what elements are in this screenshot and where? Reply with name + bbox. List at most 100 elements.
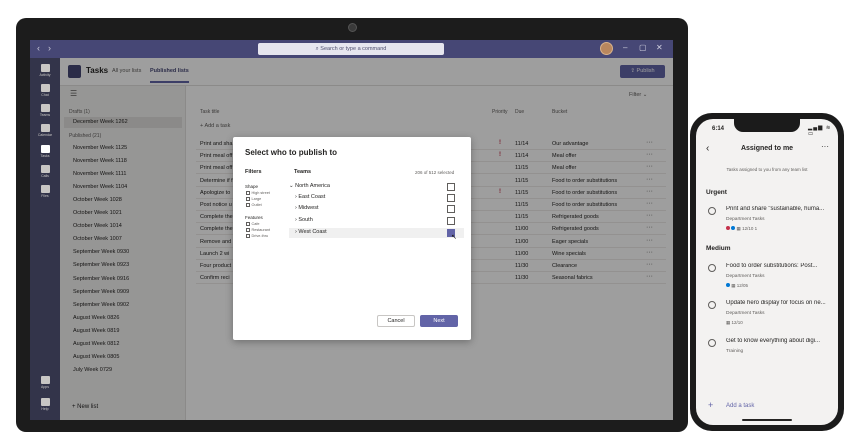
stage: ‹ › ⌕ Search or type a command – ▢ ✕ Act… [0, 0, 851, 443]
rail-tasks[interactable]: Tasks [30, 145, 60, 158]
teams-icon [40, 104, 50, 112]
team-west-coast[interactable]: › West Coast [295, 229, 327, 235]
chat-icon [40, 84, 50, 92]
checkbox-icon [246, 203, 250, 207]
rail-apps[interactable]: Apps [30, 376, 60, 389]
avatar[interactable] [600, 42, 613, 55]
rail-teams[interactable]: Teams [30, 104, 60, 117]
checkbox-icon [246, 228, 250, 232]
features-header: Features [245, 215, 263, 220]
filter-option-label: Large [251, 197, 262, 201]
status-icons: ▂▄▆ ≋ ▭ [808, 125, 832, 137]
title-bar: ‹ › ⌕ Search or type a command – ▢ ✕ [30, 40, 673, 58]
mouse-cursor-icon: ↖ [451, 234, 457, 241]
filter-option-label: Cafe [251, 222, 260, 226]
filter-checkbox[interactable]: Outlet [246, 203, 262, 207]
checkbox-icon [246, 197, 250, 201]
rail-calendar[interactable]: Calendar [30, 124, 60, 137]
close-icon[interactable]: ✕ [656, 43, 663, 53]
rail-calls[interactable]: Calls [30, 165, 60, 178]
task-meta-text: 12/10 1 [742, 226, 758, 231]
team-checkbox[interactable] [447, 217, 455, 225]
publish-dialog: Select who to publish to Filters Shape H… [233, 137, 471, 340]
phone-frame: 6:14 ▂▄▆ ≋ ▭ ‹ Assigned to me ··· Tasks … [690, 113, 844, 431]
filter-option-label: High street [251, 191, 270, 195]
dialog-title: Select who to publish to [245, 148, 337, 157]
task-title: Get to know everything about digi... [726, 338, 821, 344]
file-icon [40, 185, 50, 193]
apps-icon [40, 376, 50, 384]
page-title: Assigned to me [740, 145, 794, 152]
task-bucket: Department Tasks [726, 274, 765, 279]
team-south[interactable]: › South [295, 217, 313, 223]
task-meta-text: 12/05 [736, 283, 749, 288]
plus-icon[interactable]: + [708, 400, 713, 410]
filter-option-label: Outlet [251, 203, 262, 207]
more-icon[interactable]: ··· [821, 142, 829, 151]
search-placeholder: Search or type a command [320, 46, 387, 52]
complete-circle-icon[interactable] [708, 339, 716, 347]
forward-arrow-icon[interactable]: › [48, 44, 51, 53]
home-indicator [742, 419, 792, 421]
selected-count: 206 of 512 selected [415, 170, 455, 175]
rail-chat[interactable]: Chat [30, 84, 60, 97]
app-rail: Activity Chat Teams Calendar Tasks Calls… [30, 58, 60, 420]
team-midwest[interactable]: › Midwest [295, 205, 319, 211]
teams-window: ‹ › ⌕ Search or type a command – ▢ ✕ Act… [30, 40, 673, 420]
next-button[interactable]: Next [420, 315, 458, 327]
team-label: South [298, 217, 313, 223]
filter-checkbox[interactable]: Cafe [246, 222, 260, 226]
checkbox-icon [246, 222, 250, 226]
task-title: Update hero display for focus on ne... [726, 300, 826, 306]
team-checkbox[interactable] [447, 194, 455, 202]
rail-activity[interactable]: Activity [30, 64, 60, 77]
tasks-icon [40, 145, 50, 153]
rail-help[interactable]: Help [30, 398, 60, 411]
label-icon [731, 226, 736, 230]
section-urgent: Urgent [706, 189, 727, 196]
label-icon [726, 283, 730, 287]
page-subtitle: Tasks assigned to you from any team list [726, 167, 808, 172]
phone-screen: 6:14 ▂▄▆ ≋ ▭ ‹ Assigned to me ··· Tasks … [696, 119, 838, 425]
back-arrow-icon[interactable]: ‹ [37, 44, 40, 53]
teams-header: Teams [294, 169, 312, 175]
filter-checkbox[interactable]: Drive-thru [246, 234, 268, 238]
priority-icon [726, 226, 730, 230]
task-bucket: Department Tasks [726, 311, 765, 316]
team-label: West Coast [298, 229, 327, 235]
search-input[interactable]: ⌕ Search or type a command [258, 43, 444, 55]
complete-circle-icon[interactable] [708, 207, 716, 215]
checkbox-icon [246, 191, 250, 195]
team-north-america[interactable]: ⌄ North America [289, 183, 330, 189]
complete-circle-icon[interactable] [708, 301, 716, 309]
team-label: Midwest [298, 205, 319, 211]
checkbox-icon [246, 234, 250, 238]
complete-circle-icon[interactable] [708, 264, 716, 272]
task-title: Food to order substitutions: Post... [726, 263, 818, 269]
laptop-frame: ‹ › ⌕ Search or type a command – ▢ ✕ Act… [16, 18, 688, 432]
task-meta: ▦ 12/05 [726, 283, 748, 289]
task-bucket: Training [726, 349, 744, 354]
camera-icon [348, 23, 357, 32]
add-task-button[interactable]: Add a task [726, 403, 754, 409]
calendar-icon [40, 124, 50, 132]
filter-checkbox[interactable]: High street [246, 191, 270, 195]
team-label: North America [295, 183, 330, 189]
filter-checkbox[interactable]: Large [246, 197, 261, 201]
filters-header: Filters [245, 169, 262, 175]
bell-icon [40, 64, 50, 72]
cancel-button[interactable]: Cancel [377, 315, 415, 327]
minimize-icon[interactable]: – [623, 43, 627, 53]
task-meta-text: 12/10 [731, 320, 743, 325]
task-title: Print and share "sustainable, huma... [726, 206, 825, 212]
calendar-icon: ▦ [726, 320, 731, 325]
team-checkbox[interactable] [447, 183, 455, 191]
team-east-coast[interactable]: › East Coast [295, 194, 325, 200]
team-checkbox[interactable] [447, 205, 455, 213]
rail-files[interactable]: Files [30, 185, 60, 198]
calendar-icon: ▦ [731, 283, 736, 288]
filter-checkbox[interactable]: Restaurant [246, 228, 270, 232]
task-bucket: Department Tasks [726, 217, 765, 222]
phone-notch [734, 119, 800, 132]
maximize-icon[interactable]: ▢ [639, 43, 647, 53]
